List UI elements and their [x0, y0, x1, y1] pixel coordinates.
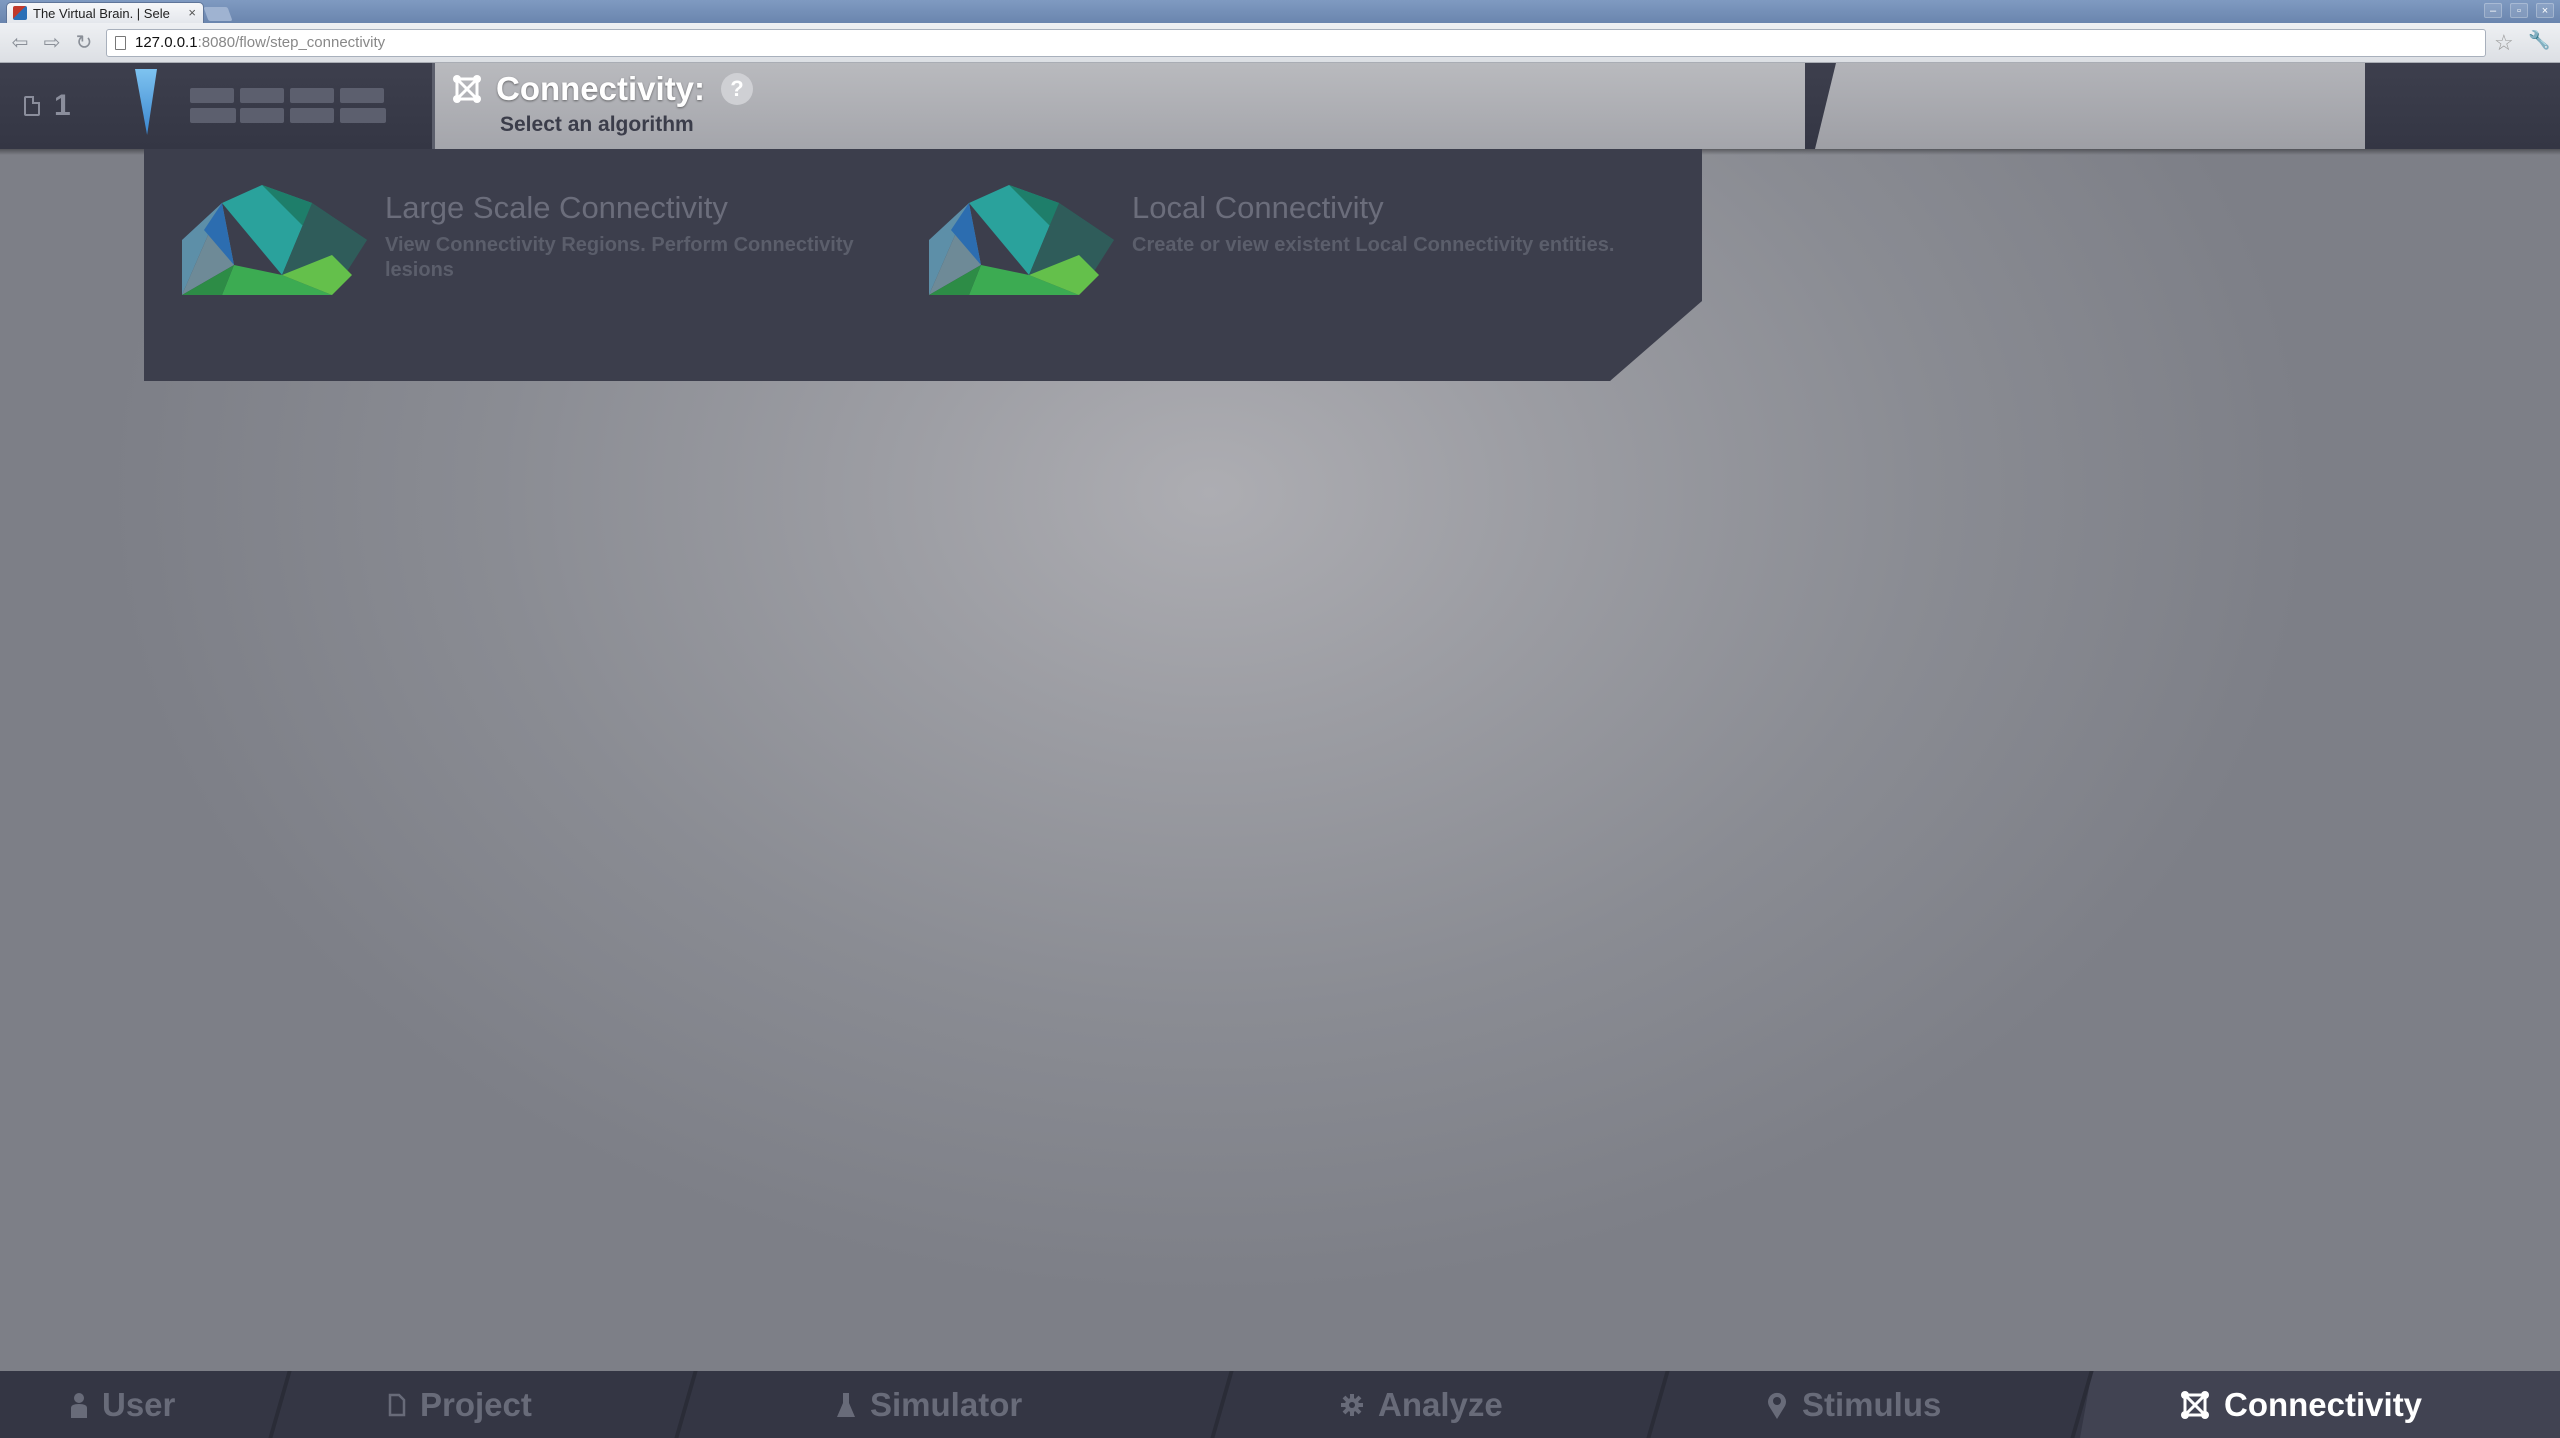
bottom-nav: User Project Simulator Analyze Stimulus — [0, 1371, 2560, 1438]
nav-label: Analyze — [1378, 1385, 1503, 1423]
forward-arrow-icon[interactable]: ⇨ — [40, 32, 64, 56]
project-badge[interactable]: 1 — [24, 89, 71, 123]
document-icon — [24, 96, 40, 116]
minimize-icon[interactable]: – — [2484, 3, 2502, 18]
nav-label: Stimulus — [1802, 1385, 1942, 1423]
browser-toolbar: ⇦ ⇨ ↻ 127.0.0.1:8080/flow/step_connectiv… — [0, 23, 2560, 63]
nav-analyze[interactable]: Analyze — [1340, 1371, 1503, 1438]
tab-title: The Virtual Brain. | Selе — [33, 5, 170, 21]
pin-icon — [1768, 1392, 1786, 1419]
url-host: 127.0.0.1 — [135, 34, 198, 51]
nav-user[interactable]: User — [70, 1371, 175, 1438]
user-icon — [71, 1392, 87, 1418]
maximize-icon[interactable]: ▫ — [2510, 3, 2528, 18]
tvb-brain-logo-icon — [929, 185, 1114, 295]
nav-separator — [1646, 1371, 1670, 1438]
favicon-icon — [13, 6, 27, 20]
help-icon[interactable]: ? — [721, 73, 754, 105]
app-area: 1 Connectivity: ? Select an algorithm La… — [0, 63, 2560, 1438]
browser-tabbar: The Virtual Brain. | Selе × – ▫ × — [0, 0, 2560, 23]
connectivity-icon — [2181, 1390, 2209, 1419]
flask-icon — [837, 1392, 855, 1417]
title-row: Connectivity: ? — [452, 70, 754, 108]
bookmark-star-icon[interactable]: ☆ — [2494, 30, 2514, 56]
nav-separator — [674, 1371, 698, 1438]
algorithm-title: Large Scale Connectivity — [385, 190, 728, 225]
close-window-icon[interactable]: × — [2536, 3, 2554, 18]
connectivity-icon — [453, 75, 481, 103]
address-bar[interactable]: 127.0.0.1:8080/flow/step_connectivity — [106, 29, 2486, 57]
new-tab-button[interactable] — [203, 7, 233, 21]
document-icon — [388, 1393, 406, 1416]
nav-label: User — [102, 1385, 176, 1423]
project-count: 1 — [54, 89, 71, 122]
reload-icon[interactable]: ↻ — [72, 32, 96, 56]
wrench-icon[interactable]: 🔧 — [2528, 30, 2550, 51]
header-right-inset — [1815, 63, 2365, 149]
algorithm-menu: Large Scale Connectivity View Connectivi… — [144, 149, 1702, 381]
nav-label: Connectivity — [2224, 1385, 2423, 1423]
browser-tab[interactable]: The Virtual Brain. | Selе × — [6, 2, 204, 23]
nav-separator — [268, 1371, 292, 1438]
url-path: :8080/flow/step_connectivity — [197, 34, 386, 51]
nav-label: Project — [420, 1385, 532, 1423]
algorithm-description: View Connectivity Regions. Perform Conne… — [385, 234, 854, 281]
app-header: 1 Connectivity: ? Select an algorithm — [0, 63, 2560, 155]
algorithm-description: Create or view existent Local Connectivi… — [1132, 234, 1615, 256]
operations-grid-icon[interactable] — [190, 88, 386, 126]
page-title: Connectivity: — [496, 70, 706, 107]
algorithm-title: Local Connectivity — [1132, 190, 1384, 225]
nav-separator — [1210, 1371, 1234, 1438]
nav-connectivity[interactable]: Connectivity — [2180, 1371, 2422, 1438]
back-arrow-icon[interactable]: ⇦ — [8, 32, 32, 56]
tab-close-icon[interactable]: × — [188, 5, 196, 20]
nav-stimulus[interactable]: Stimulus — [1766, 1371, 1941, 1438]
nav-label: Simulator — [870, 1385, 1023, 1423]
window-controls: – ▫ × — [2484, 3, 2554, 18]
tvb-brain-logo-icon — [182, 185, 367, 295]
page-subtitle: Select an algorithm — [500, 113, 694, 136]
gear-icon — [1341, 1393, 1363, 1416]
header-divider — [432, 63, 435, 149]
nav-project[interactable]: Project — [388, 1371, 532, 1438]
page-icon — [115, 36, 126, 50]
nav-simulator[interactable]: Simulator — [836, 1371, 1022, 1438]
